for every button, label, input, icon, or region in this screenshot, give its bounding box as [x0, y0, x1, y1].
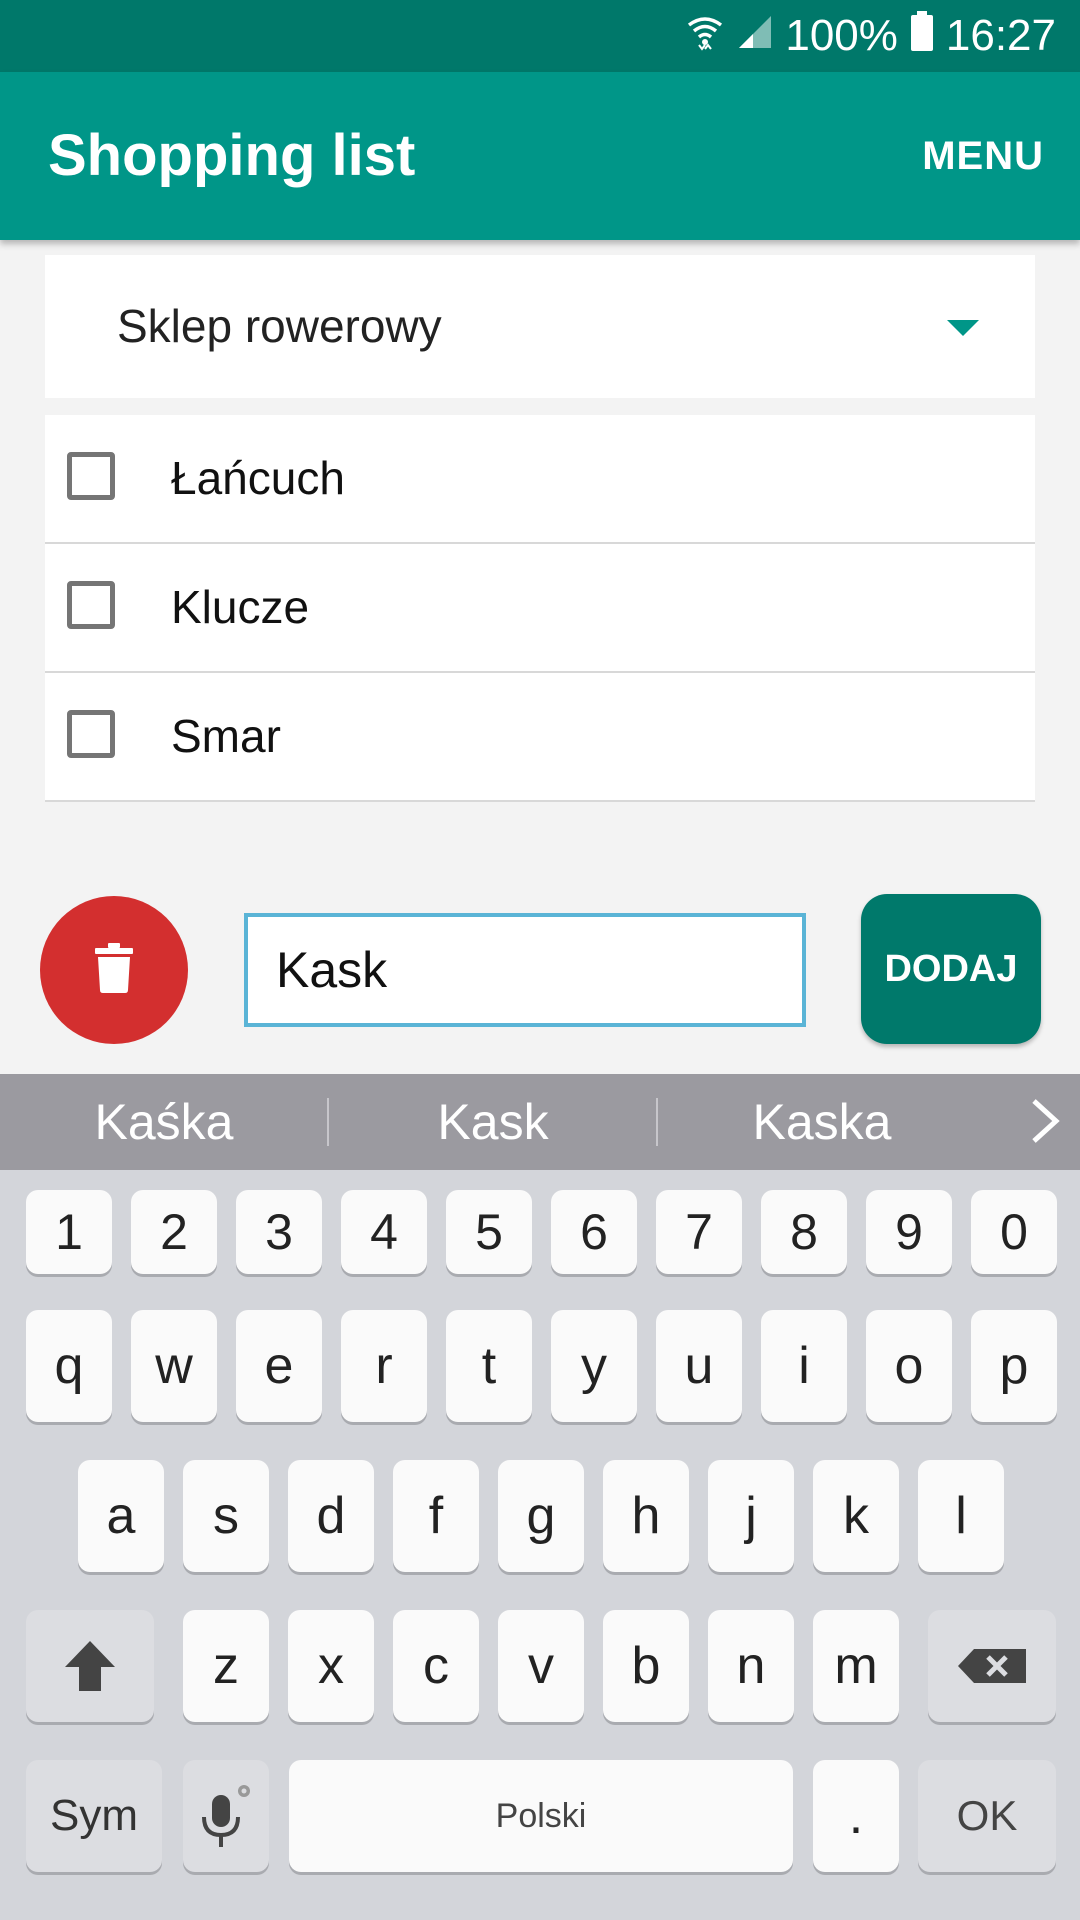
store-dropdown[interactable]: Sklep rowerowy [45, 255, 1035, 398]
delete-button[interactable] [40, 896, 188, 1044]
mic-key[interactable] [183, 1760, 269, 1872]
key[interactable]: j [708, 1460, 794, 1572]
period-key[interactable]: . [813, 1760, 899, 1872]
key[interactable]: i [761, 1310, 847, 1422]
key[interactable]: l [918, 1460, 1004, 1572]
key[interactable]: s [183, 1460, 269, 1572]
app-bar: Shopping list MENU [0, 72, 1080, 240]
list-item[interactable]: Łańcuch [45, 415, 1035, 544]
list-item[interactable]: Klucze [45, 544, 1035, 673]
item-label: Łańcuch [171, 452, 345, 504]
key[interactable]: b [603, 1610, 689, 1722]
key[interactable]: 3 [236, 1190, 322, 1274]
key[interactable]: a [78, 1460, 164, 1572]
battery-percent: 100% [785, 11, 898, 60]
key[interactable]: v [498, 1610, 584, 1722]
key[interactable]: h [603, 1460, 689, 1572]
keyboard: Kaśka Kask Kaska 1 2 3 4 5 6 7 8 9 0 q w… [0, 1074, 1080, 1920]
key[interactable]: w [131, 1310, 217, 1422]
key[interactable]: 5 [446, 1190, 532, 1274]
microphone-icon [202, 1785, 250, 1847]
backspace-key[interactable] [928, 1610, 1056, 1722]
shift-key[interactable] [26, 1610, 154, 1722]
list-item[interactable]: Smar [45, 673, 1035, 802]
key[interactable]: k [813, 1460, 899, 1572]
key[interactable]: o [866, 1310, 952, 1422]
key[interactable]: x [288, 1610, 374, 1722]
key[interactable]: 4 [341, 1190, 427, 1274]
signal-icon [737, 11, 773, 61]
key[interactable]: 6 [551, 1190, 637, 1274]
key[interactable]: 0 [971, 1190, 1057, 1274]
dropdown-arrow-icon [947, 320, 979, 336]
page-title: Shopping list [48, 123, 416, 188]
store-dropdown-value: Sklep rowerowy [117, 300, 442, 352]
key[interactable]: e [236, 1310, 322, 1422]
item-name-input[interactable] [244, 913, 806, 1027]
key[interactable]: r [341, 1310, 427, 1422]
suggestion[interactable]: Kaśka [0, 1074, 328, 1170]
space-key[interactable]: Polski [289, 1760, 793, 1872]
item-checkbox[interactable] [67, 452, 115, 500]
ok-key[interactable]: OK [918, 1760, 1056, 1872]
menu-button[interactable]: MENU [922, 72, 1044, 240]
item-checkbox[interactable] [67, 581, 115, 629]
key[interactable]: 7 [656, 1190, 742, 1274]
key[interactable]: t [446, 1310, 532, 1422]
suggestion-bar: Kaśka Kask Kaska [0, 1074, 1080, 1170]
chevron-right-icon[interactable] [1030, 1074, 1060, 1170]
status-bar: 100% 16:27 [0, 0, 1080, 72]
key[interactable]: p [971, 1310, 1057, 1422]
key[interactable]: 1 [26, 1190, 112, 1274]
key[interactable]: 9 [866, 1190, 952, 1274]
key[interactable]: d [288, 1460, 374, 1572]
suggestion[interactable]: Kaska [658, 1074, 986, 1170]
battery-icon [910, 10, 934, 62]
clock: 16:27 [945, 11, 1056, 60]
backspace-icon [958, 1649, 1026, 1683]
shopping-list: Łańcuch Klucze Smar [45, 415, 1035, 802]
item-label: Klucze [171, 581, 310, 633]
wifi-icon [685, 11, 725, 62]
trash-icon [94, 942, 134, 998]
key[interactable]: c [393, 1610, 479, 1722]
item-checkbox[interactable] [67, 710, 115, 758]
key[interactable]: y [551, 1310, 637, 1422]
key[interactable]: q [26, 1310, 112, 1422]
key[interactable]: 8 [761, 1190, 847, 1274]
key[interactable]: g [498, 1460, 584, 1572]
key[interactable]: m [813, 1610, 899, 1722]
key[interactable]: 2 [131, 1190, 217, 1274]
suggestion[interactable]: Kask [329, 1074, 657, 1170]
shift-arrow-icon [65, 1641, 115, 1691]
item-label: Smar [171, 710, 281, 762]
key[interactable]: u [656, 1310, 742, 1422]
key[interactable]: f [393, 1460, 479, 1572]
key[interactable]: n [708, 1610, 794, 1722]
key[interactable]: z [183, 1610, 269, 1722]
add-button[interactable]: DODAJ [861, 894, 1041, 1044]
sym-key[interactable]: Sym [26, 1760, 162, 1872]
